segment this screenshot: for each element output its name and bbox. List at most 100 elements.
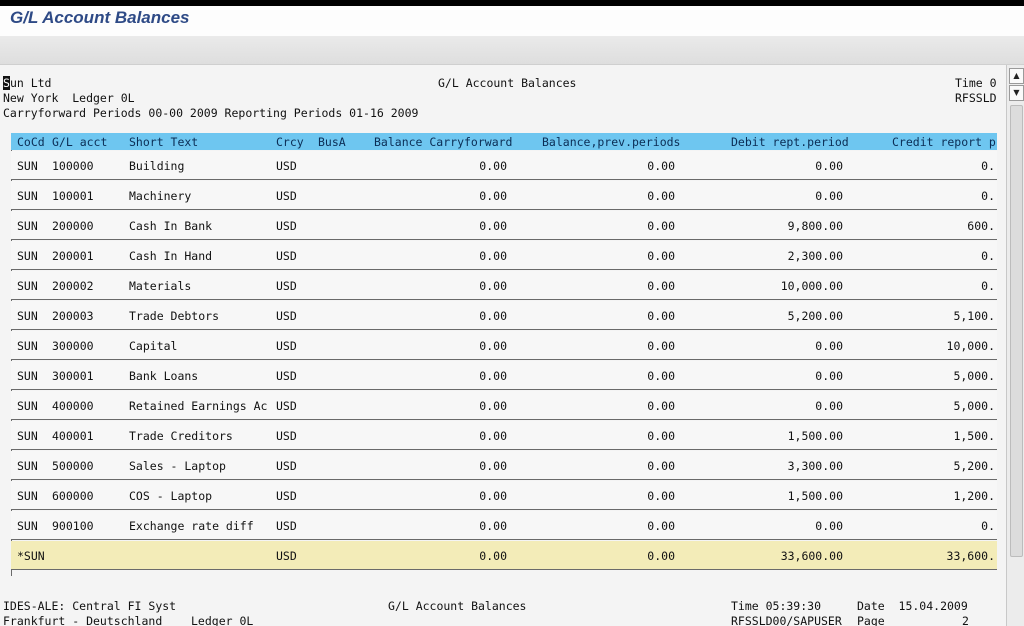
cell-crcy: USD (276, 429, 297, 443)
cell-cocd: SUN (17, 429, 38, 443)
column-header-busa[interactable]: BusA (318, 135, 346, 149)
window-title: G/L Account Balances (10, 8, 190, 27)
cell-bcf: 0.00 (479, 549, 507, 563)
table-row[interactable]: SUN 500000 Sales - Laptop USD 0.00 0.00 3,300.… (11, 451, 997, 480)
cell-debit: 0.00 (815, 339, 843, 353)
text-cursor: S (3, 76, 10, 90)
cell-cocd: *SUN (17, 549, 45, 563)
cell-crcy: USD (276, 279, 297, 293)
column-header-balance-prev-periods[interactable]: Balance,prev.periods (542, 135, 680, 149)
cell-crcy: USD (276, 219, 297, 233)
scrollbar-thumb[interactable] (1010, 105, 1023, 557)
cell-credit: 1,500. (953, 429, 995, 443)
table-row[interactable]: SUN 400001 Trade Creditors USD 0.00 0.00 1,500… (11, 421, 997, 450)
cell-credit: 1,200. (953, 489, 995, 503)
cell-text: Trade Debtors (129, 309, 220, 323)
table-row[interactable]: SUN 400000 Retained Earnings Ac USD 0.00 0.00… (11, 391, 997, 420)
cell-cocd: SUN (17, 159, 38, 173)
cell-bprev: 0.00 (647, 249, 675, 263)
cell-text: Exchange rate diff (129, 519, 254, 533)
report-list[interactable]: Sun Ltd G/L Account Balances Time 0 New … (0, 65, 1006, 626)
cell-bcf: 0.00 (479, 459, 507, 473)
column-header-gl-acct[interactable]: G/L acct (52, 135, 107, 149)
table-row[interactable]: SUN 100001 Machinery USD 0.00 0.00 0.00 0. (11, 181, 997, 210)
cell-text: Materials (129, 279, 192, 293)
cell-debit: 0.00 (815, 399, 843, 413)
cell-debit: 5,200.00 (787, 309, 843, 323)
table-total-row[interactable]: *SUN USD 0.00 0.00 33,600.00 33,600. (11, 541, 997, 570)
cell-credit: 5,000. (953, 399, 995, 413)
table-row[interactable]: SUN 200001 Cash In Hand USD 0.00 0.00 2,300.00… (11, 241, 997, 270)
cell-credit: 5,200. (953, 459, 995, 473)
cell-bcf: 0.00 (479, 519, 507, 533)
table-row[interactable]: SUN 200003 Trade Debtors USD 0.00 0.00 5,200.0… (11, 301, 997, 330)
location-ledger: New York Ledger 0L (3, 91, 135, 105)
column-header-cocd[interactable]: CoCd (17, 135, 45, 149)
column-header-debit-period[interactable]: Debit rept.period (731, 135, 849, 149)
window-title-bar: G/L Account Balances (0, 6, 1024, 36)
cell-crcy: USD (276, 339, 297, 353)
cell-acct: 200003 (52, 309, 94, 323)
cell-bprev: 0.00 (647, 459, 675, 473)
reporting-periods: Carryforward Periods 00-00 2009 Reportin… (3, 106, 419, 120)
cell-bprev: 0.00 (647, 399, 675, 413)
cell-text: Machinery (129, 189, 192, 203)
report-time: Time 0 (955, 76, 997, 90)
cell-crcy: USD (276, 309, 297, 323)
cell-acct: 100000 (52, 159, 94, 173)
column-header-balance-carryforward[interactable]: Balance Carryforward (374, 135, 512, 149)
cell-crcy: USD (276, 459, 297, 473)
column-header-credit-period[interactable]: Credit report p (892, 135, 996, 149)
cell-acct: 600000 (52, 489, 94, 503)
footer-system: IDES-ALE: Central FI Syst (3, 599, 177, 613)
cell-crcy: USD (276, 159, 297, 173)
cell-credit: 0. (981, 279, 995, 293)
cell-debit: 2,300.00 (787, 249, 843, 263)
cell-text: COS - Laptop (129, 489, 213, 503)
footer-title: G/L Account Balances (388, 599, 527, 613)
cell-credit: 5,100. (953, 309, 995, 323)
vertical-scrollbar[interactable]: ▲ ▼ (1006, 65, 1024, 626)
cell-bcf: 0.00 (479, 159, 507, 173)
scroll-up-arrow-icon[interactable]: ▲ (1009, 68, 1024, 84)
cell-text: Cash In Bank (129, 219, 213, 233)
table-row[interactable]: SUN 100000 Building USD 0.00 0.00 0.00 0. (11, 151, 997, 180)
cell-bprev: 0.00 (647, 489, 675, 503)
cell-cocd: SUN (17, 309, 38, 323)
cell-cocd: SUN (17, 279, 38, 293)
cell-debit: 33,600.00 (780, 549, 843, 563)
cell-acct: 500000 (52, 459, 94, 473)
cell-cocd: SUN (17, 369, 38, 383)
footer-page-number: 2 (962, 614, 969, 626)
cell-text: Trade Creditors (129, 429, 233, 443)
cell-crcy: USD (276, 519, 297, 533)
table-row[interactable]: SUN 200002 Materials USD 0.00 0.00 10,000.00 0. (11, 271, 997, 300)
cell-bcf: 0.00 (479, 339, 507, 353)
cell-crcy: USD (276, 189, 297, 203)
cell-crcy: USD (276, 369, 297, 383)
cell-debit: 0.00 (815, 519, 843, 533)
cell-acct: 100001 (52, 189, 94, 203)
table-row[interactable]: SUN 200000 Cash In Bank USD 0.00 0.00 9,800.00… (11, 211, 997, 240)
column-header-short-text[interactable]: Short Text (129, 135, 198, 149)
cell-credit: 0. (981, 519, 995, 533)
cell-text: Cash In Hand (129, 249, 213, 263)
cell-credit: 5,000. (953, 369, 995, 383)
scroll-down-arrow-icon[interactable]: ▼ (1009, 85, 1024, 101)
footer-program-user: RFSSLD00/SAPUSER (731, 614, 842, 626)
cell-crcy: USD (276, 399, 297, 413)
table-row[interactable]: SUN 600000 COS - Laptop USD 0.00 0.00 1,500.00… (11, 481, 997, 510)
report-title: G/L Account Balances (438, 76, 577, 90)
table-row[interactable]: SUN 900100 Exchange rate diff USD 0.00 0.00 0.… (11, 511, 997, 540)
column-header-crcy[interactable]: Crcy (276, 135, 304, 149)
column-header-row: CoCd G/L acct Short Text Crcy BusA Balan… (11, 133, 997, 150)
footer-location: Frankfurt - Deutschland (3, 614, 163, 626)
cell-credit: 0. (981, 249, 995, 263)
cell-cocd: SUN (17, 459, 38, 473)
cell-acct: 400001 (52, 429, 94, 443)
cell-acct: 200001 (52, 249, 94, 263)
report-program: RFSSLD (955, 91, 997, 105)
table-row[interactable]: SUN 300000 Capital USD 0.00 0.00 0.00 10,000. (11, 331, 997, 360)
table-row[interactable]: SUN 300001 Bank Loans USD 0.00 0.00 0.00 5,000. (11, 361, 997, 390)
cell-bcf: 0.00 (479, 249, 507, 263)
